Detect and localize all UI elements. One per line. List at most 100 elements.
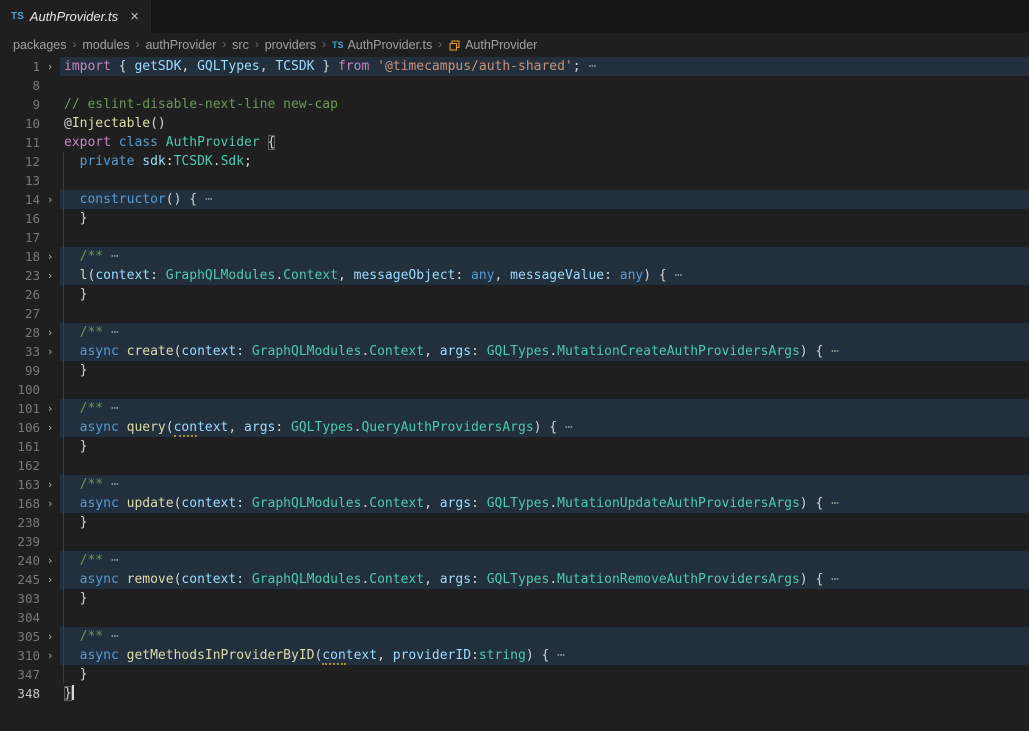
code-line-10[interactable]: 10@Injectable() [0,114,1029,133]
line-number[interactable]: 163 [0,475,40,494]
line-number[interactable]: 33 [0,342,40,361]
line-number[interactable]: 305 [0,627,40,646]
fold-chevron-icon[interactable]: › [40,494,60,513]
code-line-17[interactable]: 17 [0,228,1029,247]
fold-ellipsis[interactable]: ⋯ [111,553,119,568]
tab-authprovider[interactable]: TS AuthProvider.ts × [0,0,151,33]
code-line-28[interactable]: 28› /** ⋯ [0,323,1029,342]
fold-chevron-icon[interactable]: › [40,266,60,285]
line-number[interactable]: 27 [0,304,40,323]
breadcrumb-item-providers[interactable]: providers [265,38,316,52]
code-line-310[interactable]: 310› async getMethodsInProviderByID(cont… [0,646,1029,665]
line-number[interactable]: 303 [0,589,40,608]
line-number[interactable]: 168 [0,494,40,513]
line-number[interactable]: 1 [0,57,40,76]
line-number[interactable]: 11 [0,133,40,152]
fold-ellipsis[interactable]: ⋯ [111,629,119,644]
code-line-303[interactable]: 303 } [0,589,1029,608]
code-line-101[interactable]: 101› /** ⋯ [0,399,1029,418]
line-number[interactable]: 310 [0,646,40,665]
code-editor[interactable]: 1›import { getSDK, GQLTypes, TCSDK } fro… [0,57,1029,703]
code-line-106[interactable]: 106› async query(context, args: GQLTypes… [0,418,1029,437]
code-line-16[interactable]: 16 } [0,209,1029,228]
line-number[interactable]: 9 [0,95,40,114]
fold-ellipsis[interactable]: ⋯ [831,496,839,511]
fold-ellipsis[interactable]: ⋯ [831,344,839,359]
fold-ellipsis[interactable]: ⋯ [675,268,683,283]
code-line-245[interactable]: 245› async remove(context: GraphQLModule… [0,570,1029,589]
line-number[interactable]: 99 [0,361,40,380]
breadcrumb-item-authprovider[interactable]: authProvider [145,38,216,52]
line-number[interactable]: 239 [0,532,40,551]
fold-chevron-icon[interactable]: › [40,399,60,418]
breadcrumb-item-packages[interactable]: packages [13,38,67,52]
line-number[interactable]: 161 [0,437,40,456]
breadcrumb-item-authprovider-ts[interactable]: TSAuthProvider.ts [332,38,432,52]
line-number[interactable]: 348 [0,684,40,703]
line-number[interactable]: 13 [0,171,40,190]
code-line-168[interactable]: 168› async update(context: GraphQLModule… [0,494,1029,513]
code-line-8[interactable]: 8 [0,76,1029,95]
line-number[interactable]: 245 [0,570,40,589]
code-line-348[interactable]: 348} [0,684,1029,703]
fold-chevron-icon[interactable]: › [40,57,60,76]
line-number[interactable]: 26 [0,285,40,304]
code-line-18[interactable]: 18› /** ⋯ [0,247,1029,266]
fold-chevron-icon[interactable]: › [40,627,60,646]
fold-ellipsis[interactable]: ⋯ [111,477,119,492]
code-line-26[interactable]: 26 } [0,285,1029,304]
breadcrumb-item-authprovider[interactable]: AuthProvider [448,38,537,52]
code-line-238[interactable]: 238 } [0,513,1029,532]
line-number[interactable]: 106 [0,418,40,437]
fold-chevron-icon[interactable]: › [40,646,60,665]
code-line-33[interactable]: 33› async create(context: GraphQLModules… [0,342,1029,361]
code-line-14[interactable]: 14› constructor() { ⋯ [0,190,1029,209]
fold-chevron-icon[interactable]: › [40,190,60,209]
fold-chevron-icon[interactable]: › [40,475,60,494]
code-line-23[interactable]: 23› l(context: GraphQLModules.Context, m… [0,266,1029,285]
fold-chevron-icon[interactable]: › [40,551,60,570]
line-number[interactable]: 240 [0,551,40,570]
fold-chevron-icon[interactable]: › [40,418,60,437]
code-line-27[interactable]: 27 [0,304,1029,323]
code-line-239[interactable]: 239 [0,532,1029,551]
line-number[interactable]: 23 [0,266,40,285]
fold-ellipsis[interactable]: ⋯ [111,249,119,264]
line-number[interactable]: 18 [0,247,40,266]
line-number[interactable]: 17 [0,228,40,247]
code-line-100[interactable]: 100 [0,380,1029,399]
code-line-162[interactable]: 162 [0,456,1029,475]
line-number[interactable]: 14 [0,190,40,209]
line-number[interactable]: 101 [0,399,40,418]
code-line-9[interactable]: 9// eslint-disable-next-line new-cap [0,95,1029,114]
line-number[interactable]: 347 [0,665,40,684]
breadcrumb-item-modules[interactable]: modules [82,38,129,52]
code-line-11[interactable]: 11export class AuthProvider { [0,133,1029,152]
fold-chevron-icon[interactable]: › [40,247,60,266]
code-line-305[interactable]: 305› /** ⋯ [0,627,1029,646]
fold-ellipsis[interactable]: ⋯ [205,192,213,207]
code-line-12[interactable]: 12 private sdk:TCSDK.Sdk; [0,152,1029,171]
code-line-304[interactable]: 304 [0,608,1029,627]
code-line-1[interactable]: 1›import { getSDK, GQLTypes, TCSDK } fro… [0,57,1029,76]
fold-ellipsis[interactable]: ⋯ [565,420,573,435]
code-line-163[interactable]: 163› /** ⋯ [0,475,1029,494]
line-number[interactable]: 100 [0,380,40,399]
code-line-347[interactable]: 347 } [0,665,1029,684]
fold-chevron-icon[interactable]: › [40,323,60,342]
code-line-99[interactable]: 99 } [0,361,1029,380]
line-number[interactable]: 16 [0,209,40,228]
fold-chevron-icon[interactable]: › [40,570,60,589]
code-line-240[interactable]: 240› /** ⋯ [0,551,1029,570]
line-number[interactable]: 8 [0,76,40,95]
line-number[interactable]: 238 [0,513,40,532]
fold-ellipsis[interactable]: ⋯ [831,572,839,587]
fold-ellipsis[interactable]: ⋯ [111,325,119,340]
fold-ellipsis[interactable]: ⋯ [588,59,596,74]
close-tab-icon[interactable]: × [130,9,139,24]
code-line-13[interactable]: 13 [0,171,1029,190]
line-number[interactable]: 162 [0,456,40,475]
breadcrumb-item-src[interactable]: src [232,38,249,52]
line-number[interactable]: 10 [0,114,40,133]
code-line-161[interactable]: 161 } [0,437,1029,456]
